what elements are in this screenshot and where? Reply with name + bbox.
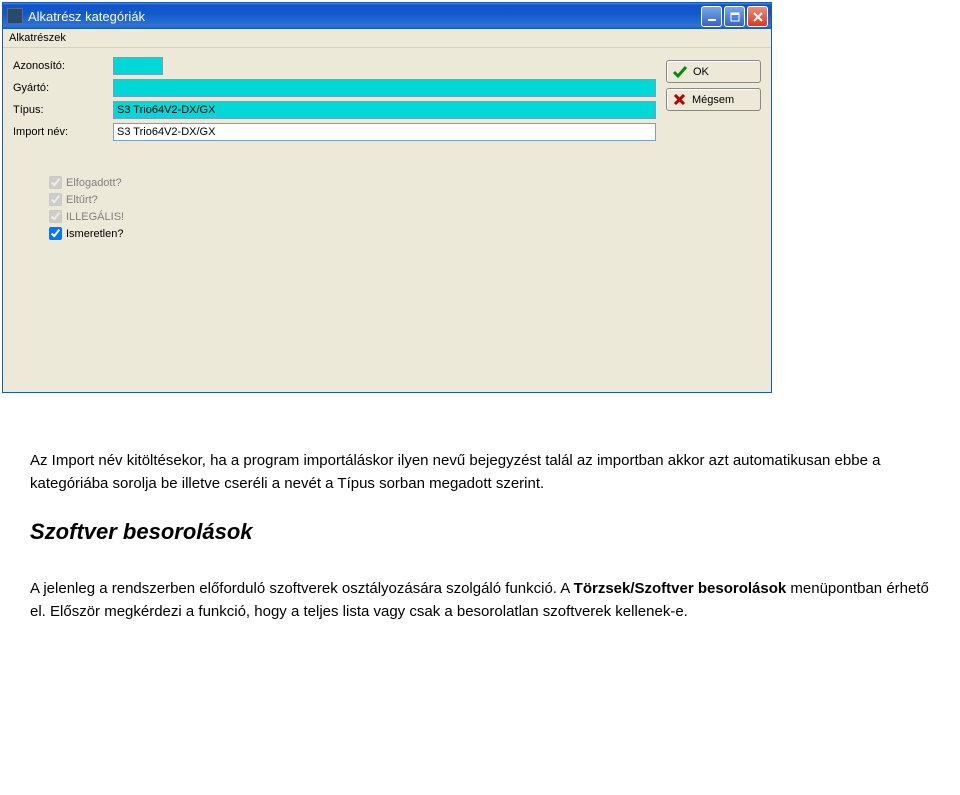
close-button[interactable] (747, 6, 768, 27)
check-accepted-row: Elfogadott? (49, 174, 761, 191)
maker-input[interactable] (113, 79, 656, 97)
maximize-button[interactable] (724, 6, 745, 27)
check-tolerated-row: Eltűrt? (49, 191, 761, 208)
minimize-button[interactable] (701, 6, 722, 27)
import-label: Import név: (13, 126, 113, 138)
x-icon (673, 93, 686, 106)
check-illegal (49, 210, 62, 223)
type-label: Típus: (13, 104, 113, 116)
check-accepted (49, 176, 62, 189)
paragraph-2: A jelenleg a rendszerben előforduló szof… (30, 578, 930, 623)
id-input[interactable] (113, 57, 163, 75)
row-import: Import név: (13, 122, 656, 142)
close-icon (753, 12, 763, 22)
check-accepted-label: Elfogadott? (66, 177, 122, 189)
form-area: Azonosító: Gyártó: Típus: Import név: OK (3, 48, 771, 156)
type-input[interactable] (113, 101, 656, 119)
menu-alkatreszek[interactable]: Alkatrészek (9, 32, 66, 44)
dialog-window: Alkatrész kategóriák Alkatrészek Azonosí… (2, 2, 772, 393)
menubar: Alkatrészek (3, 29, 771, 48)
p2-part-b: Törzsek/Szoftver besorolások (574, 580, 787, 597)
check-tolerated (49, 193, 62, 206)
check-area: Elfogadott? Eltűrt? ILLEGÁLIS! Ismeretle… (3, 156, 771, 252)
ok-button[interactable]: OK (666, 60, 761, 83)
row-id: Azonosító: (13, 56, 656, 76)
paragraph-1: Az Import név kitöltésekor, ha a program… (30, 450, 930, 495)
minimize-icon (707, 12, 717, 22)
cancel-button[interactable]: Mégsem (666, 88, 761, 111)
document-text: Az Import név kitöltésekor, ha a program… (0, 395, 960, 648)
maker-label: Gyártó: (13, 82, 113, 94)
id-label: Azonosító: (13, 60, 113, 72)
app-icon (7, 8, 23, 24)
check-unknown-label: Ismeretlen? (66, 228, 123, 240)
check-illegal-row: ILLEGÁLIS! (49, 208, 761, 225)
check-icon (673, 66, 687, 78)
heading-szoftver: Szoftver besorolások (30, 515, 930, 548)
blank-area (3, 252, 771, 392)
p2-part-a: A jelenleg a rendszerben előforduló szof… (30, 580, 574, 597)
import-input[interactable] (113, 123, 656, 141)
maximize-icon (730, 12, 740, 22)
cancel-label: Mégsem (692, 94, 734, 106)
title-controls (701, 6, 768, 27)
form-right: OK Mégsem (666, 56, 761, 144)
window-title: Alkatrész kategóriák (28, 9, 145, 24)
check-unknown[interactable] (49, 227, 62, 240)
check-illegal-label: ILLEGÁLIS! (66, 211, 124, 223)
row-maker: Gyártó: (13, 78, 656, 98)
check-unknown-row: Ismeretlen? (49, 225, 761, 242)
check-tolerated-label: Eltűrt? (66, 194, 98, 206)
titlebar[interactable]: Alkatrész kategóriák (3, 3, 771, 29)
ok-label: OK (693, 66, 709, 78)
row-type: Típus: (13, 100, 656, 120)
form-left: Azonosító: Gyártó: Típus: Import név: (13, 56, 656, 144)
